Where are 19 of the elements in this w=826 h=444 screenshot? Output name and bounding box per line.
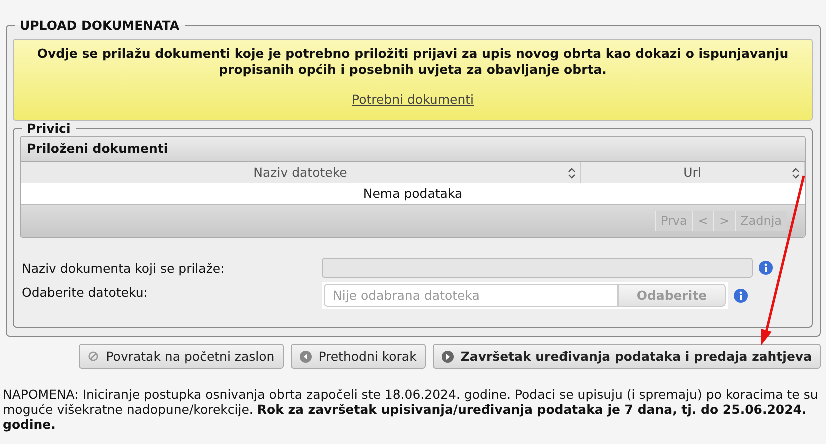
info-icon [734,288,748,302]
action-button[interactable]: Povratak na početni zaslon [79,344,284,369]
no-entry-icon [88,351,100,362]
info-icon [759,261,773,275]
column-header[interactable]: Naziv datoteke [21,162,581,183]
sort-icon [568,168,576,179]
action-button[interactable]: Prethodni korak [290,344,426,369]
note-text: NAPOMENA: Iniciranje postupka osnivanja obrta započeli ste 18.06.2024. godine. Podaci se upisuju (i spremaju) po koracima te su moguće višekratne nadopune/korekcije. Rok za završetak upisivanja/uređivanja podataka je 7 dana, tj. do 25.06.2024. godine. [3,387,820,432]
documents-link[interactable]: Potrebni dokumenti [352,92,474,108]
empty-message: Nema podataka [362,185,464,203]
notice-text: Ovdje se prilažu dokumenti koje je potrebno priložiti prijavi za upis novog obrta kao dokazi o ispunjavanju propisanih općih i posebnih uvjeta za obavljanje obrta. [36,46,790,78]
field-label: Odaberite datoteku: [22,284,149,300]
grid-title: Priloženi dokumenti [21,137,805,162]
column-header[interactable]: Url [581,162,805,183]
section-title: UPLOAD DOKUMENATA [19,18,181,33]
attachments-title: Privici [26,121,72,136]
sort-icon [792,168,800,179]
field-label: Naziv dokumenta koji se prilaže: [22,260,226,276]
action-button[interactable]: Završetak uređivanja podataka i predaja zahtjeva [432,344,821,369]
